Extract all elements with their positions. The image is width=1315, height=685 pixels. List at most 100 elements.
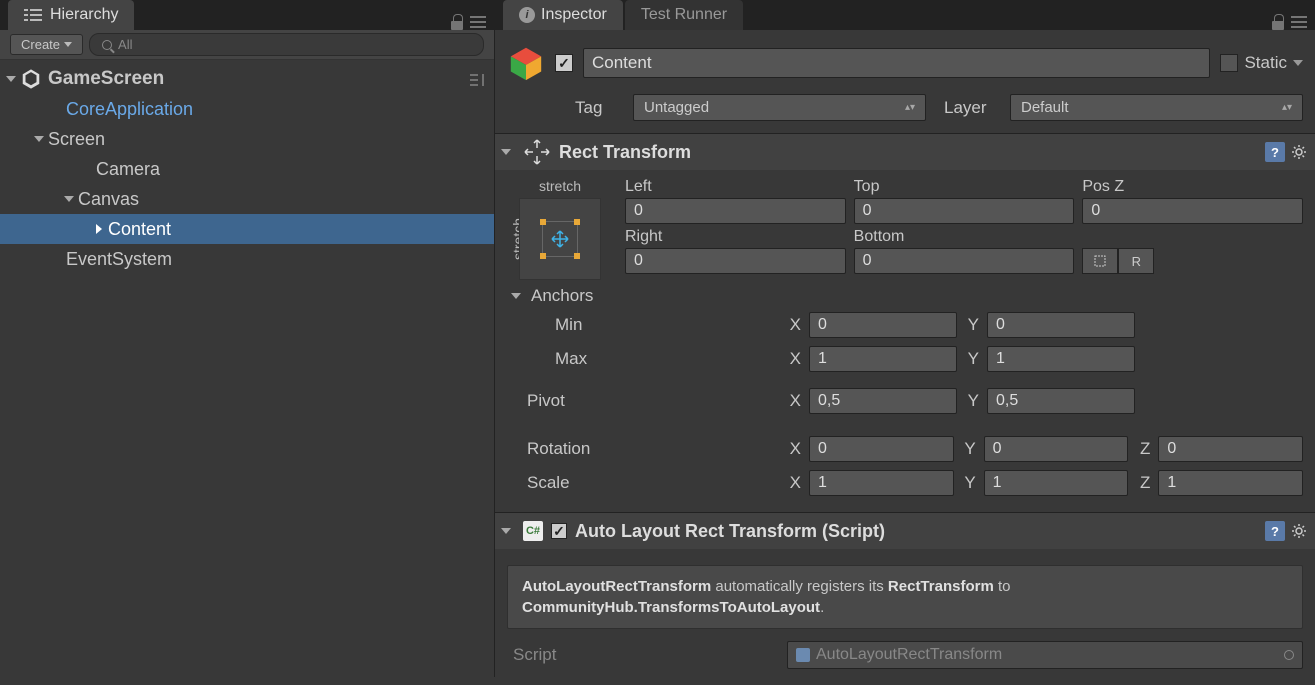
- scale-x-input[interactable]: [809, 470, 954, 496]
- csharp-script-icon: C#: [523, 521, 543, 541]
- hierarchy-item-label: EventSystem: [66, 249, 172, 270]
- component-enabled-checkbox[interactable]: [551, 523, 567, 539]
- pivot-label: Pivot: [507, 391, 787, 411]
- hierarchy-item-content[interactable]: Content: [0, 214, 494, 244]
- left-label: Left: [625, 178, 846, 196]
- hierarchy-tab-bar: Hierarchy: [0, 0, 494, 30]
- y-label: Y: [965, 349, 979, 369]
- foldout-icon[interactable]: [511, 293, 521, 299]
- foldout-icon[interactable]: [34, 136, 44, 142]
- x-label: X: [787, 439, 801, 459]
- hierarchy-item-canvas[interactable]: Canvas: [0, 184, 494, 214]
- layer-dropdown[interactable]: Default ▴▾: [1010, 94, 1303, 121]
- gameobject-enabled-checkbox[interactable]: [555, 54, 573, 72]
- tag-dropdown[interactable]: Untagged ▴▾: [633, 94, 926, 121]
- gameobject-name-input[interactable]: [583, 48, 1210, 78]
- gear-icon[interactable]: [1291, 144, 1307, 160]
- test-runner-tab[interactable]: Test Runner: [625, 0, 743, 30]
- lock-icon[interactable]: [1271, 14, 1285, 30]
- scale-label: Scale: [507, 473, 787, 493]
- rotation-label: Rotation: [507, 439, 787, 459]
- script-asset-icon: [796, 648, 810, 662]
- x-label: X: [787, 391, 801, 411]
- inspector-tab-label: Inspector: [541, 6, 607, 24]
- scene-row-gamescreen[interactable]: GameScreen: [0, 64, 494, 94]
- inspector-tab[interactable]: i Inspector: [503, 0, 623, 30]
- hierarchy-search[interactable]: All: [89, 33, 484, 56]
- tag-layer-row: Tag Untagged ▴▾ Layer Default ▴▾: [495, 90, 1315, 133]
- test-runner-tab-label: Test Runner: [641, 6, 727, 24]
- y-label: Y: [965, 315, 979, 335]
- search-icon: [102, 40, 112, 50]
- help-icon[interactable]: ?: [1265, 142, 1285, 162]
- bottom-input[interactable]: [854, 248, 1075, 274]
- anchor-max-y-input[interactable]: [987, 346, 1135, 372]
- rotation-y-input[interactable]: [984, 436, 1129, 462]
- top-label: Top: [854, 178, 1075, 196]
- foldout-icon[interactable]: [6, 76, 16, 82]
- scale-z-input[interactable]: [1158, 470, 1303, 496]
- x-label: X: [787, 349, 801, 369]
- foldout-icon[interactable]: [96, 224, 102, 234]
- x-label: X: [787, 315, 801, 335]
- create-button-label: Create: [21, 37, 60, 52]
- auto-layout-info-box: AutoLayoutRectTransform automatically re…: [507, 565, 1303, 629]
- anchor-preset-button[interactable]: stretch stretch: [507, 178, 613, 280]
- y-label: Y: [965, 391, 979, 411]
- hierarchy-item-screen[interactable]: Screen: [0, 124, 494, 154]
- auto-layout-component: C# Auto Layout Rect Transform (Script) ?…: [495, 512, 1315, 685]
- dropdown-arrows-icon: ▴▾: [905, 102, 915, 113]
- dropdown-arrows-icon: ▴▾: [1282, 102, 1292, 113]
- object-picker-icon[interactable]: [1284, 650, 1294, 660]
- rotation-x-input[interactable]: [809, 436, 954, 462]
- hierarchy-item-coreapplication[interactable]: CoreApplication: [0, 94, 494, 124]
- hierarchy-toolbar: Create All: [0, 30, 494, 60]
- hierarchy-panel: Hierarchy Create All GameScreen CoreAppl…: [0, 0, 494, 677]
- foldout-icon[interactable]: [501, 149, 511, 155]
- anchor-min-x-input[interactable]: [809, 312, 957, 338]
- anchors-label: Anchors: [531, 286, 593, 306]
- foldout-icon[interactable]: [64, 196, 74, 202]
- static-label: Static: [1244, 53, 1287, 73]
- hierarchy-item-label: CoreApplication: [66, 99, 193, 120]
- gameobject-icon[interactable]: [507, 44, 545, 82]
- hierarchy-item-camera[interactable]: Camera: [0, 154, 494, 184]
- rect-transform-icon: [523, 138, 551, 166]
- raw-edit-button[interactable]: R: [1118, 248, 1154, 274]
- x-label: X: [787, 473, 801, 493]
- left-input[interactable]: [625, 198, 846, 224]
- gear-icon[interactable]: [1291, 523, 1307, 539]
- create-button[interactable]: Create: [10, 34, 83, 55]
- top-input[interactable]: [854, 198, 1075, 224]
- hierarchy-item-eventsystem[interactable]: EventSystem: [0, 244, 494, 274]
- lock-icon[interactable]: [450, 14, 464, 30]
- anchor-max-x-input[interactable]: [809, 346, 957, 372]
- help-icon[interactable]: ?: [1265, 521, 1285, 541]
- hierarchy-item-label: Content: [108, 219, 171, 240]
- z-label: Z: [1136, 439, 1150, 459]
- auto-layout-header[interactable]: C# Auto Layout Rect Transform (Script) ?: [495, 513, 1315, 549]
- rotation-z-input[interactable]: [1158, 436, 1303, 462]
- right-input[interactable]: [625, 248, 846, 274]
- pivot-y-input[interactable]: [987, 388, 1135, 414]
- info-icon: i: [519, 7, 535, 23]
- rect-transform-header[interactable]: Rect Transform ?: [495, 134, 1315, 170]
- scene-menu-icon[interactable]: [470, 73, 484, 86]
- hierarchy-tab[interactable]: Hierarchy: [8, 0, 134, 30]
- panel-menu-icon[interactable]: [1291, 16, 1307, 28]
- anchor-min-y-input[interactable]: [987, 312, 1135, 338]
- blueprint-mode-button[interactable]: [1082, 248, 1118, 274]
- inspector-panel: i Inspector Test Runner Static Tag Untag…: [494, 0, 1315, 677]
- layer-value: Default: [1021, 99, 1069, 116]
- posz-input[interactable]: [1082, 198, 1303, 224]
- hierarchy-item-label: Camera: [96, 159, 160, 180]
- static-toggle[interactable]: Static: [1220, 53, 1303, 73]
- inspector-tab-bar: i Inspector Test Runner: [495, 0, 1315, 30]
- foldout-icon[interactable]: [501, 528, 511, 534]
- script-field[interactable]: AutoLayoutRectTransform: [787, 641, 1303, 669]
- anchor-max-label: Max: [507, 349, 787, 369]
- panel-menu-icon[interactable]: [470, 16, 486, 28]
- hierarchy-item-label: Canvas: [78, 189, 139, 210]
- scale-y-input[interactable]: [984, 470, 1129, 496]
- pivot-x-input[interactable]: [809, 388, 957, 414]
